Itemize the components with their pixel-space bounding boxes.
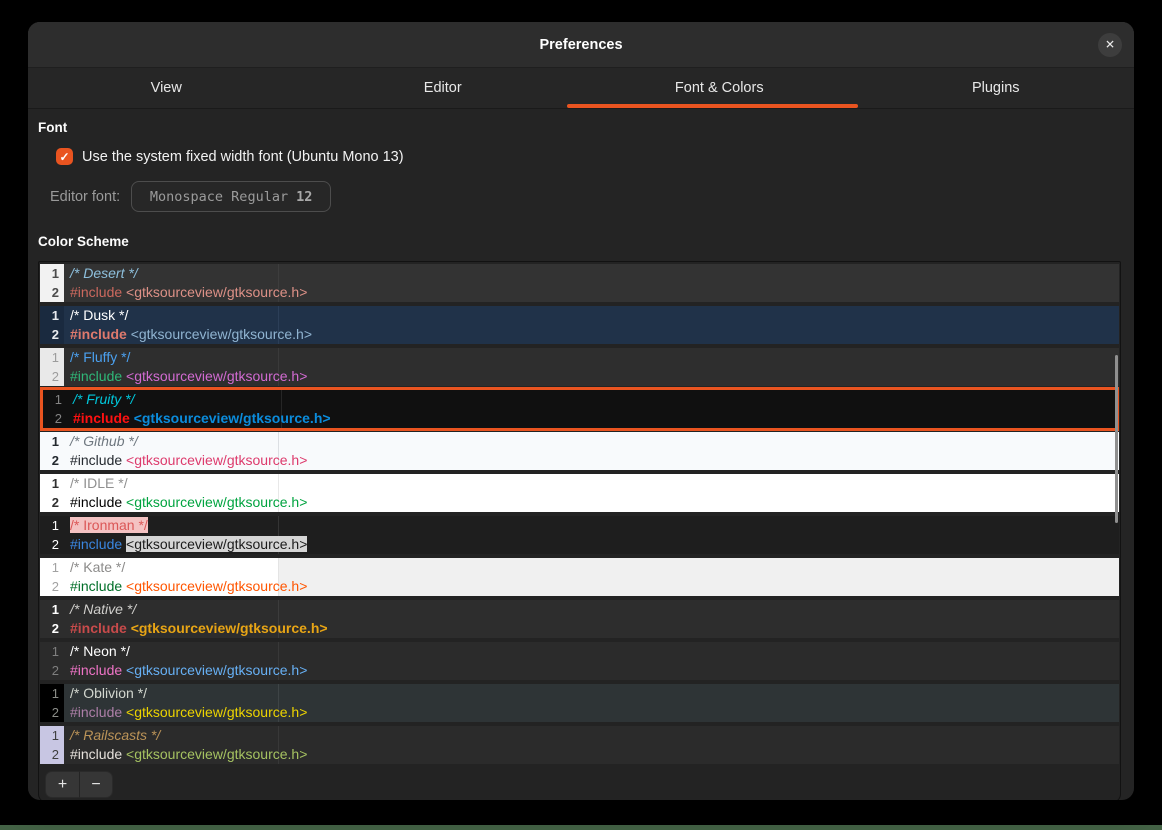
titlebar: Preferences ✕	[28, 22, 1134, 68]
scheme-preview: /* Neon */ #include <gtksourceview/gtkso…	[64, 642, 307, 680]
line-numbers: 1 2	[40, 600, 64, 638]
scheme-row-idle[interactable]: 1 2 /* IDLE */ #include <gtksourceview/g…	[40, 474, 1119, 512]
line-numbers: 1 2	[40, 642, 64, 680]
font-colors-page: Font ✓ Use the system fixed width font (…	[28, 109, 1134, 800]
system-font-checkbox-row[interactable]: ✓ Use the system fixed width font (Ubunt…	[56, 148, 1121, 165]
scheme-toolbar: + −	[40, 768, 1119, 798]
scheme-row-railscasts[interactable]: 1 2 /* Railscasts */ #include <gtksource…	[40, 726, 1119, 764]
scheme-row-fruity[interactable]: 1 2 /* Fruity */ #include <gtksourceview…	[40, 387, 1119, 431]
scheme-preview: /* Oblivion */ #include <gtksourceview/g…	[64, 684, 307, 722]
add-scheme-button[interactable]: +	[45, 771, 79, 798]
tab-editor[interactable]: Editor	[305, 68, 582, 108]
scheme-row-native[interactable]: 1 2 /* Native */ #include <gtksourceview…	[40, 600, 1119, 638]
editor-font-label: Editor font:	[50, 189, 120, 205]
font-section-heading: Font	[38, 120, 1121, 135]
scheme-preview: /* Dusk */ #include <gtksourceview/gtkso…	[64, 306, 312, 344]
dialog-title: Preferences	[539, 37, 622, 53]
scrollbar[interactable]	[1115, 355, 1118, 523]
color-scheme-heading: Color Scheme	[38, 234, 1121, 249]
line-numbers: 1 2	[40, 516, 64, 554]
scheme-preview: /* IDLE */ #include <gtksourceview/gtkso…	[64, 474, 307, 512]
scheme-rows: 1 2 /* Desert */ #include <gtksourceview…	[40, 264, 1119, 764]
close-icon: ✕	[1098, 33, 1122, 57]
close-button[interactable]: ✕	[1098, 33, 1122, 57]
scheme-preview: /* Fluffy */ #include <gtksourceview/gtk…	[64, 348, 307, 386]
editor-font-row: Editor font: Monospace Regular 12	[50, 181, 1121, 212]
scheme-row-github[interactable]: 1 2 /* Github */ #include <gtksourceview…	[40, 432, 1119, 470]
scheme-preview: /* Github */ #include <gtksourceview/gtk…	[64, 432, 307, 470]
plus-icon: +	[58, 777, 67, 793]
scheme-preview: /* Native */ #include <gtksourceview/gtk…	[64, 600, 328, 638]
line-numbers: 1 2	[43, 390, 67, 428]
scheme-row-oblivion[interactable]: 1 2 /* Oblivion */ #include <gtksourcevi…	[40, 684, 1119, 722]
scheme-row-dusk[interactable]: 1 2 /* Dusk */ #include <gtksourceview/g…	[40, 306, 1119, 344]
scheme-row-kate[interactable]: 1 2 /* Kate */ #include <gtksourceview/g…	[40, 558, 1119, 596]
editor-font-button[interactable]: Monospace Regular 12	[131, 181, 331, 212]
checkbox-checked-icon[interactable]: ✓	[56, 148, 73, 165]
tab-font-colors[interactable]: Font & Colors	[581, 68, 858, 108]
scheme-preview: /* Ironman */ #include <gtksourceview/gt…	[64, 516, 307, 554]
line-numbers: 1 2	[40, 726, 64, 764]
line-numbers: 1 2	[40, 558, 64, 596]
scheme-preview: /* Railscasts */ #include <gtksourceview…	[64, 726, 307, 764]
desktop-background-strip	[0, 825, 1162, 830]
scheme-row-desert[interactable]: 1 2 /* Desert */ #include <gtksourceview…	[40, 264, 1119, 302]
editor-font-size: 12	[296, 189, 312, 205]
tab-plugins[interactable]: Plugins	[858, 68, 1135, 108]
check-icon: ✓	[59, 150, 69, 164]
tab-bar: View Editor Font & Colors Plugins	[28, 68, 1134, 109]
line-numbers: 1 2	[40, 264, 64, 302]
line-numbers: 1 2	[40, 306, 64, 344]
color-scheme-list: 1 2 /* Desert */ #include <gtksourceview…	[38, 261, 1121, 800]
system-font-checkbox-label: Use the system fixed width font (Ubuntu …	[82, 149, 404, 165]
scheme-preview: /* Fruity */ #include <gtksourceview/gtk…	[67, 390, 331, 428]
line-numbers: 1 2	[40, 684, 64, 722]
line-numbers: 1 2	[40, 474, 64, 512]
line-numbers: 1 2	[40, 432, 64, 470]
preferences-dialog: Preferences ✕ View Editor Font & Colors …	[28, 22, 1134, 800]
editor-font-name: Monospace Regular	[150, 189, 288, 205]
minus-icon: −	[91, 777, 100, 793]
tab-view[interactable]: View	[28, 68, 305, 108]
scheme-row-fluffy[interactable]: 1 2 /* Fluffy */ #include <gtksourceview…	[40, 348, 1119, 386]
remove-scheme-button[interactable]: −	[79, 771, 113, 798]
scheme-row-ironman[interactable]: 1 2 /* Ironman */ #include <gtksourcevie…	[40, 516, 1119, 554]
scheme-preview: /* Desert */ #include <gtksourceview/gtk…	[64, 264, 307, 302]
scheme-row-neon[interactable]: 1 2 /* Neon */ #include <gtksourceview/g…	[40, 642, 1119, 680]
scheme-preview: /* Kate */ #include <gtksourceview/gtkso…	[64, 558, 307, 596]
line-numbers: 1 2	[40, 348, 64, 386]
